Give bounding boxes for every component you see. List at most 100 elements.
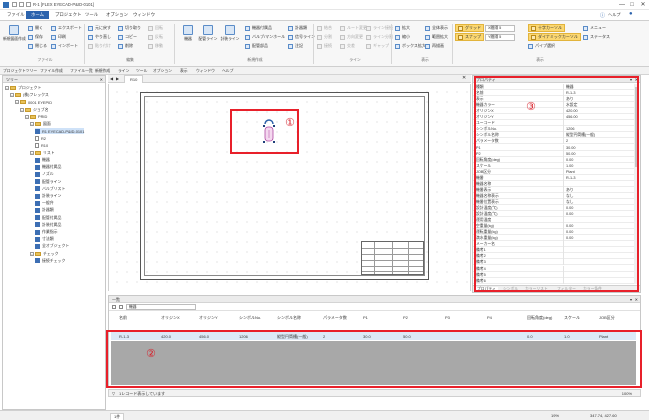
close-icon[interactable]: ✕: [635, 296, 638, 303]
open-button[interactable]: 開く: [28, 24, 43, 32]
range-zoom-button[interactable]: 範囲拡大: [425, 33, 448, 41]
instrument-button[interactable]: 計器類: [288, 24, 307, 32]
redraw-button[interactable]: 再描画: [425, 42, 444, 50]
tree-node[interactable]: − ジョブ名: [20, 107, 49, 113]
column-header[interactable]: パラメータ数: [323, 315, 347, 321]
column-header[interactable]: スケール: [564, 315, 580, 321]
close-button[interactable]: ✕: [638, 1, 648, 9]
expand-toggle-icon[interactable]: −: [30, 122, 34, 126]
rotate-button[interactable]: 回転: [148, 24, 163, 32]
tree-node[interactable]: − 図面: [30, 121, 51, 127]
expand-toggle-icon[interactable]: −: [15, 100, 19, 105]
equipment-button[interactable]: 機器: [177, 23, 199, 53]
tree-node[interactable]: R2: [35, 135, 46, 141]
toolbar-item[interactable]: ウィンドウ: [196, 68, 215, 74]
column-header[interactable]: P4: [487, 315, 492, 320]
split-button[interactable]: 分割: [317, 33, 332, 41]
tree-node[interactable]: − 0001 EYEPID: [15, 99, 52, 105]
note-button[interactable]: 注記: [288, 42, 303, 50]
column-header[interactable]: シンボルNo.: [239, 315, 261, 321]
tree-node[interactable]: 機器付属品: [35, 164, 61, 170]
tree-node[interactable]: 作業指示: [35, 229, 58, 235]
cut-button[interactable]: 切り取り: [118, 24, 141, 32]
tree-node[interactable]: − プロジェクト: [5, 85, 41, 91]
expand-toggle-icon[interactable]: −: [30, 251, 34, 256]
pin-icon[interactable]: ▾: [630, 296, 632, 303]
column-header[interactable]: シンボル名称: [277, 315, 301, 321]
join-button[interactable]: 結合: [317, 24, 332, 32]
print-button[interactable]: 印刷: [51, 33, 66, 41]
column-header[interactable]: オリジンY: [199, 315, 218, 321]
change-direction-button[interactable]: 方向変更: [340, 33, 363, 41]
toolbar-item[interactable]: ツール: [136, 68, 147, 74]
tree-node[interactable]: − PRID: [25, 114, 47, 120]
tree-node[interactable]: 計装付属品: [35, 222, 61, 228]
tab-close-icon[interactable]: ✕: [462, 75, 466, 81]
help-icon[interactable]: ⓘ: [600, 12, 605, 19]
theme-icon[interactable]: ●: [629, 11, 633, 17]
quick-redo-icon[interactable]: [26, 2, 31, 7]
tree-node[interactable]: 全オブジェクト: [35, 243, 69, 249]
pipe-line-button[interactable]: 配管ライン: [197, 23, 219, 53]
tab-drawing[interactable]: R10: [124, 75, 144, 83]
box-zoom-button[interactable]: ボックス拡大: [395, 42, 426, 50]
redo-button[interactable]: やり直し: [88, 33, 111, 41]
close-file-button[interactable]: 閉じる: [28, 42, 47, 50]
x-spacing-spinner[interactable]: X間隔 5: [485, 25, 515, 32]
tree-node[interactable]: 計器類: [35, 207, 54, 213]
delete-button[interactable]: 削除: [118, 42, 133, 50]
tree-node[interactable]: 配管付属品: [35, 215, 61, 221]
tree-node[interactable]: 計装ライン: [35, 193, 61, 199]
tree-node[interactable]: 配管ライン: [35, 179, 61, 185]
close-icon[interactable]: ✕: [100, 76, 103, 83]
expand-toggle-icon[interactable]: −: [30, 150, 34, 155]
column-header[interactable]: JOB区分: [599, 315, 615, 321]
save-button[interactable]: 保存: [28, 33, 43, 41]
line-split-button[interactable]: ライン分割: [366, 33, 393, 41]
maximize-button[interactable]: □: [627, 1, 637, 9]
toolbar-item[interactable]: 新規作成: [95, 68, 110, 74]
column-header[interactable]: 回転角度(deg): [527, 315, 552, 321]
tree-node[interactable]: − チェック: [30, 251, 59, 257]
valve-manhole-button[interactable]: バルブ/マンホール: [245, 33, 285, 41]
undo-button[interactable]: 元に戻す: [88, 24, 111, 32]
toolbar-item[interactable]: プロジェクトツリー: [3, 68, 37, 74]
tree-node[interactable]: − リスト: [30, 150, 55, 156]
move-button[interactable]: 移動: [148, 42, 163, 50]
signal-line-button[interactable]: 信号ライン: [288, 33, 315, 41]
paste-button[interactable]: 貼り付け: [88, 42, 111, 50]
fit-all-button[interactable]: 全体表示: [425, 24, 448, 32]
pipe-select-button[interactable]: パイプ選択: [528, 42, 555, 50]
refresh-icon[interactable]: [112, 305, 116, 309]
toolbar-item[interactable]: オプション: [153, 68, 172, 74]
cross-cursor-toggle[interactable]: 十字カーソル: [528, 24, 565, 32]
tree-node[interactable]: バルブリスト: [35, 186, 65, 192]
tree-node[interactable]: R10: [35, 143, 48, 149]
tree-node[interactable]: 接続チェック: [35, 258, 65, 264]
export-button[interactable]: エクスポート: [51, 24, 82, 32]
column-header[interactable]: P1: [363, 315, 368, 320]
column-header[interactable]: オリジンX: [161, 315, 180, 321]
tree-node[interactable]: ノズル: [35, 171, 54, 177]
list-zoom[interactable]: 100%: [622, 391, 632, 397]
help-label[interactable]: ヘルプ: [608, 12, 621, 18]
copy-button[interactable]: コピー: [118, 33, 137, 41]
menu-tool[interactable]: ツール: [80, 11, 103, 19]
expand-toggle-icon[interactable]: −: [20, 107, 24, 112]
cross-button[interactable]: 交差: [340, 42, 355, 50]
dynamic-cursor-toggle[interactable]: ダイナミックカーソル: [528, 33, 581, 41]
connect-button[interactable]: 接続: [317, 42, 332, 50]
menu-window[interactable]: ウィンドウ: [128, 11, 160, 19]
grid-toggle[interactable]: グリッド: [455, 24, 484, 32]
snap-toggle[interactable]: スナップ: [455, 33, 484, 41]
menu-checkbox[interactable]: メニュー: [583, 24, 606, 32]
column-header[interactable]: 名前: [119, 315, 127, 321]
status-checkbox[interactable]: ステータス: [583, 33, 610, 41]
menu-home[interactable]: ホーム: [26, 11, 50, 19]
zoom-in-button[interactable]: 拡大: [395, 24, 410, 32]
tab-nav-left-icon[interactable]: ◀: [110, 76, 113, 81]
reroute-button[interactable]: ルート変更: [340, 24, 367, 32]
column-header[interactable]: P2: [403, 315, 408, 320]
tree-node[interactable]: 一般弁: [35, 200, 54, 206]
toolbar-item[interactable]: ヘルプ: [222, 68, 233, 74]
